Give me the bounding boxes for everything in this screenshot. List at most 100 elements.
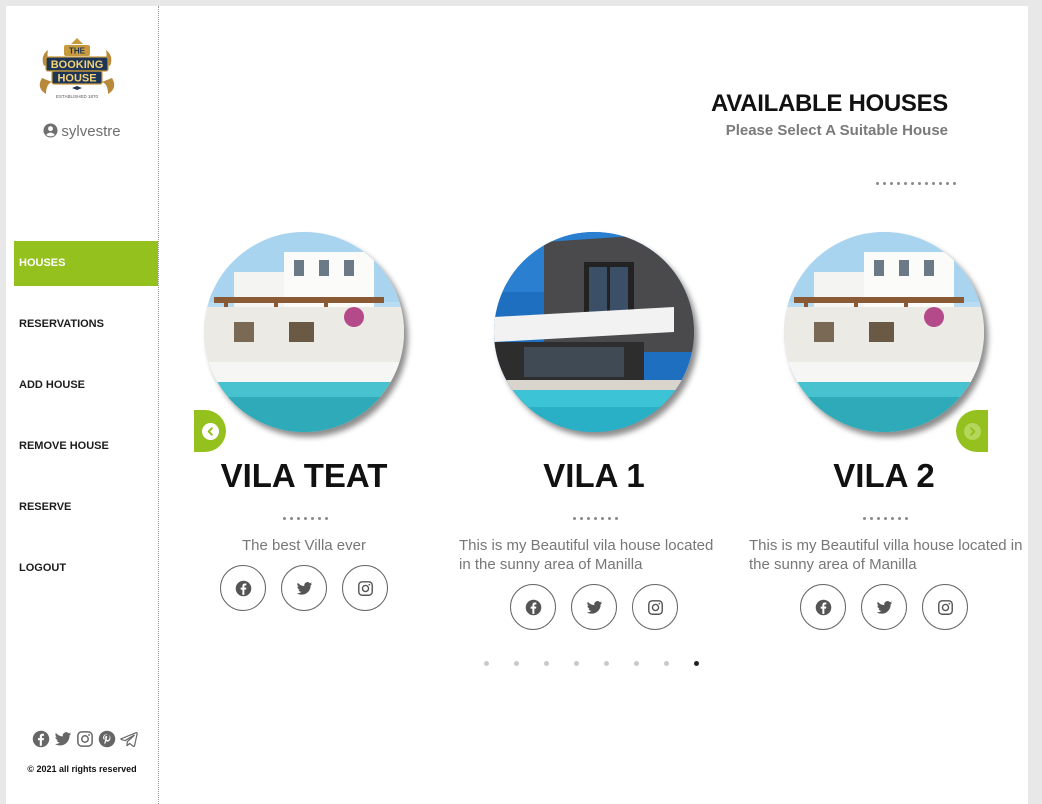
- username: sylvestre: [61, 123, 121, 140]
- house-description: This is my Beautiful vila house located …: [459, 537, 714, 573]
- twitter-button[interactable]: [281, 565, 327, 611]
- pagination-dot[interactable]: [514, 661, 519, 666]
- pinterest-icon[interactable]: [98, 730, 116, 748]
- divider-dot: [932, 182, 935, 185]
- divider-dot: [898, 517, 901, 520]
- divider-dot: [891, 517, 894, 520]
- pagination-dot[interactable]: [544, 661, 549, 666]
- house-name: VILA 2: [833, 457, 935, 494]
- divider-dot: [290, 517, 293, 520]
- instagram-icon: [647, 599, 663, 615]
- divider-dot: [890, 182, 893, 185]
- divider-dot: [615, 517, 618, 520]
- house-photo[interactable]: [784, 232, 984, 432]
- facebook-button[interactable]: [510, 584, 556, 630]
- facebook-icon[interactable]: [32, 730, 50, 748]
- divider-dot: [311, 517, 314, 520]
- twitter-icon: [586, 600, 602, 614]
- nav-item-reservations[interactable]: RESERVATIONS: [14, 302, 158, 347]
- instagram-icon: [357, 580, 373, 596]
- divider-dot: [608, 517, 611, 520]
- divider-dot: [953, 182, 956, 185]
- house-description: This is my Beautiful villa house located…: [749, 537, 1023, 573]
- chevron-left-icon: [201, 422, 219, 440]
- house-divider-dots: [573, 517, 618, 520]
- divider-dot: [297, 517, 300, 520]
- carousel-prev-button[interactable]: [194, 410, 226, 452]
- house-photo[interactable]: [204, 232, 404, 432]
- booking-house-logo: THE BOOKING HOUSE ESTABLISHED 1870: [39, 38, 115, 99]
- divider-dot: [946, 182, 949, 185]
- nav-item-logout[interactable]: LOGOUT: [14, 546, 158, 591]
- chevron-right-icon: [963, 422, 981, 440]
- house-description: The best Villa ever: [242, 537, 366, 554]
- instagram-button[interactable]: [922, 584, 968, 630]
- nav-item-remove-house[interactable]: REMOVE HOUSE: [14, 424, 158, 469]
- user-circle-icon: [43, 123, 58, 138]
- divider-dot: [925, 182, 928, 185]
- divider-dot: [877, 517, 880, 520]
- divider-dot: [863, 517, 866, 520]
- twitter-button[interactable]: [861, 584, 907, 630]
- nav-item-add-house[interactable]: ADD HOUSE: [14, 363, 158, 408]
- instagram-button[interactable]: [342, 565, 388, 611]
- logo-text-booking: BOOKING: [51, 59, 104, 71]
- logo-text-house: HOUSE: [57, 73, 96, 85]
- divider-dot: [870, 517, 873, 520]
- carousel-next-button[interactable]: [956, 410, 988, 452]
- divider-dot: [876, 182, 879, 185]
- divider-dot: [283, 517, 286, 520]
- pagination-dot[interactable]: [484, 661, 489, 666]
- pagination-dot[interactable]: [574, 661, 579, 666]
- divider-dot: [601, 517, 604, 520]
- header-divider-dots: [876, 182, 956, 185]
- facebook-button[interactable]: [220, 565, 266, 611]
- divider-dot: [911, 182, 914, 185]
- house-name: VILA TEAT: [220, 457, 388, 494]
- page-header: AVAILABLE HOUSES Please Select A Suitabl…: [711, 90, 948, 139]
- divider-dot: [573, 517, 576, 520]
- nav-item-houses[interactable]: HOUSES: [14, 241, 158, 286]
- instagram-button[interactable]: [632, 584, 678, 630]
- carousel-pagination: [484, 661, 699, 666]
- pagination-dot[interactable]: [634, 661, 639, 666]
- pagination-dot[interactable]: [694, 661, 699, 666]
- twitter-icon: [296, 581, 312, 595]
- divider-dot: [904, 182, 907, 185]
- divider-dot: [905, 517, 908, 520]
- copyright-text: © 2021 all rights reserved: [27, 764, 137, 774]
- facebook-icon: [525, 599, 541, 615]
- twitter-icon: [876, 600, 892, 614]
- pagination-dot[interactable]: [604, 661, 609, 666]
- facebook-icon: [815, 599, 831, 615]
- facebook-button[interactable]: [800, 584, 846, 630]
- page-subtitle: Please Select A Suitable House: [725, 122, 948, 139]
- facebook-icon: [235, 580, 251, 596]
- divider-dot: [318, 517, 321, 520]
- twitter-icon[interactable]: [54, 730, 72, 748]
- twitter-button[interactable]: [571, 584, 617, 630]
- divider-dot: [594, 517, 597, 520]
- divider-dot: [918, 182, 921, 185]
- divider-dot: [884, 517, 887, 520]
- divider-dot: [939, 182, 942, 185]
- divider-dot: [304, 517, 307, 520]
- house-photo[interactable]: [494, 232, 694, 432]
- nav-item-reserve[interactable]: RESERVE: [14, 485, 158, 530]
- house-name: VILA 1: [543, 457, 645, 494]
- pagination-dot[interactable]: [664, 661, 669, 666]
- app-frame: THE BOOKING HOUSE ESTABLISHED 1870 sylve…: [6, 6, 1028, 804]
- divider-dot: [883, 182, 886, 185]
- house-divider-dots: [283, 517, 328, 520]
- divider-dot: [587, 517, 590, 520]
- house-divider-dots: [863, 517, 908, 520]
- telegram-icon[interactable]: [120, 730, 138, 748]
- main-nav: HOUSES RESERVATIONS ADD HOUSE REMOVE HOU…: [14, 241, 158, 607]
- page-title: AVAILABLE HOUSES: [711, 90, 948, 117]
- divider-dot: [325, 517, 328, 520]
- instagram-icon: [937, 599, 953, 615]
- divider-dot: [580, 517, 583, 520]
- divider-dot: [897, 182, 900, 185]
- instagram-icon[interactable]: [76, 730, 94, 748]
- logo-text-the: THE: [69, 47, 86, 56]
